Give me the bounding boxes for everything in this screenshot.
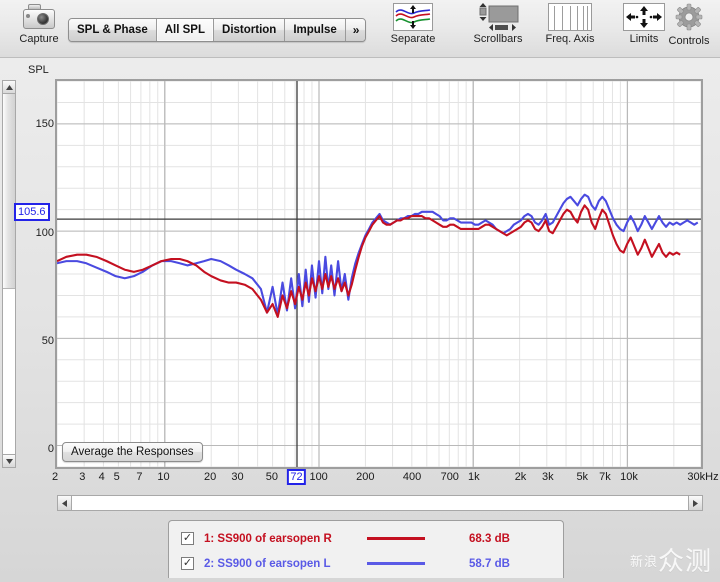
average-the-responses-button[interactable]: Average the Responses — [62, 442, 203, 462]
separate-curves-icon — [393, 3, 433, 31]
freq-axis-button[interactable]: Freq. Axis — [535, 3, 605, 45]
scroll-left-button[interactable] — [58, 496, 72, 510]
scroll-right-button[interactable] — [688, 496, 702, 510]
x-tick-3k: 3k — [542, 471, 554, 483]
watermark-small: 新浪 — [629, 554, 658, 570]
x-tick-3: 3 — [79, 471, 86, 483]
x-tick-200: 200 — [356, 471, 375, 483]
x-tick-700: 700 — [440, 471, 459, 483]
spl-curves-svg — [57, 81, 701, 467]
x-axis-labels: 2 3 4 5 7 10 20 30 50 72 100 200 400 700 1k 2k 3k 5k 7k 10k… — [51, 469, 719, 489]
freq-axis-icon — [548, 3, 592, 31]
legend-db-value-1: 68.3 dB — [469, 532, 510, 545]
tab-more-chevron-icon[interactable]: » — [345, 19, 366, 41]
legend-color-swatch-2 — [367, 562, 425, 565]
legend-row-1[interactable]: ✓ 1: SS900 of earsopen R 68.3 dB — [169, 526, 563, 551]
vertical-scrollbar-thumb[interactable] — [3, 94, 15, 289]
y-axis-labels: 150 100 50 0 — [18, 81, 56, 455]
tab-spl-phase[interactable]: SPL & Phase — [69, 19, 157, 41]
vertical-scrollbar[interactable] — [2, 80, 16, 468]
view-tab-group[interactable]: SPL & Phase All SPL Distortion Impulse » — [68, 18, 367, 42]
x-tick-2: 2 — [51, 471, 59, 483]
y-tick-0: 0 — [47, 443, 54, 456]
capture-label: Capture — [19, 33, 59, 45]
watermark-big: 众测 — [657, 547, 712, 577]
x-tick-30: 30 — [231, 471, 244, 483]
x-tick-5k: 5k — [576, 471, 589, 483]
x-tick-400: 400 — [402, 471, 422, 483]
y-tick-150: 150 — [35, 118, 54, 131]
legend-label-2: 2: SS900 of earsopen L — [204, 557, 331, 570]
curve-right-channel — [57, 204, 681, 318]
x-tick-20: 20 — [204, 471, 217, 483]
y-axis-title: SPL — [28, 64, 49, 76]
x-tick-10k: 10k — [620, 471, 638, 483]
spl-analyzer-window: Capture SPL & Phase All SPL Distortion I… — [0, 0, 720, 582]
x-cursor-readout[interactable]: 72 — [287, 469, 306, 485]
x-tick-1k: 1k — [467, 471, 480, 483]
x-tick-10: 10 — [157, 471, 170, 483]
x-tick-72[interactable]: 72 — [287, 469, 306, 485]
spl-plot-area[interactable] — [55, 79, 703, 469]
vertical-scrollbar-track[interactable] — [3, 289, 15, 454]
freq-axis-label: Freq. Axis — [545, 33, 595, 45]
y-tick-50: 50 — [41, 335, 54, 347]
gear-icon — [672, 3, 706, 33]
legend-panel: ✓ 1: SS900 of earsopen R 68.3 dB ✓ 2: SS… — [168, 520, 564, 578]
controls-button[interactable]: Controls — [654, 3, 720, 47]
separate-label: Separate — [390, 33, 436, 45]
tab-impulse[interactable]: Impulse — [285, 19, 346, 41]
y-cursor-readout[interactable]: 105.6 — [14, 203, 50, 221]
watermark: 新浪众测 — [630, 541, 712, 578]
separate-button[interactable]: Separate — [378, 3, 448, 45]
x-tick-100: 100 — [309, 471, 328, 483]
grid-minor-lines — [57, 81, 701, 467]
scrollbars-label: Scrollbars — [473, 33, 523, 45]
camera-icon — [21, 3, 57, 31]
x-tick-30kHz: 30kHz — [687, 471, 719, 483]
x-tick-2k: 2k — [514, 471, 527, 483]
main-toolbar: Capture SPL & Phase All SPL Distortion I… — [0, 0, 720, 58]
legend-label-1: 1: SS900 of earsopen R — [204, 532, 332, 545]
tab-all-spl[interactable]: All SPL — [156, 19, 215, 41]
x-tick-50: 50 — [265, 471, 279, 483]
scrollbars-button[interactable]: Scrollbars — [463, 3, 533, 45]
legend-db-value-2: 58.7 dB — [469, 557, 510, 570]
legend-checkbox-2[interactable]: ✓ — [181, 557, 194, 570]
x-tick-5: 5 — [113, 471, 120, 483]
legend-checkbox-1[interactable]: ✓ — [181, 532, 194, 545]
x-tick-7: 7 — [136, 471, 143, 483]
scrollbars-icon — [476, 3, 520, 31]
y-tick-100: 100 — [35, 226, 54, 239]
controls-label: Controls — [668, 35, 710, 47]
x-tick-7k: 7k — [599, 471, 611, 483]
x-tick-4: 4 — [98, 471, 105, 483]
horizontal-scrollbar[interactable] — [57, 495, 703, 511]
scroll-up-button[interactable] — [3, 81, 15, 94]
legend-color-swatch-1 — [367, 537, 425, 540]
legend-row-2[interactable]: ✓ 2: SS900 of earsopen L 58.7 dB — [169, 551, 563, 576]
capture-button[interactable]: Capture — [4, 3, 74, 45]
tab-distortion[interactable]: Distortion — [214, 19, 286, 41]
scroll-down-button[interactable] — [3, 454, 15, 467]
